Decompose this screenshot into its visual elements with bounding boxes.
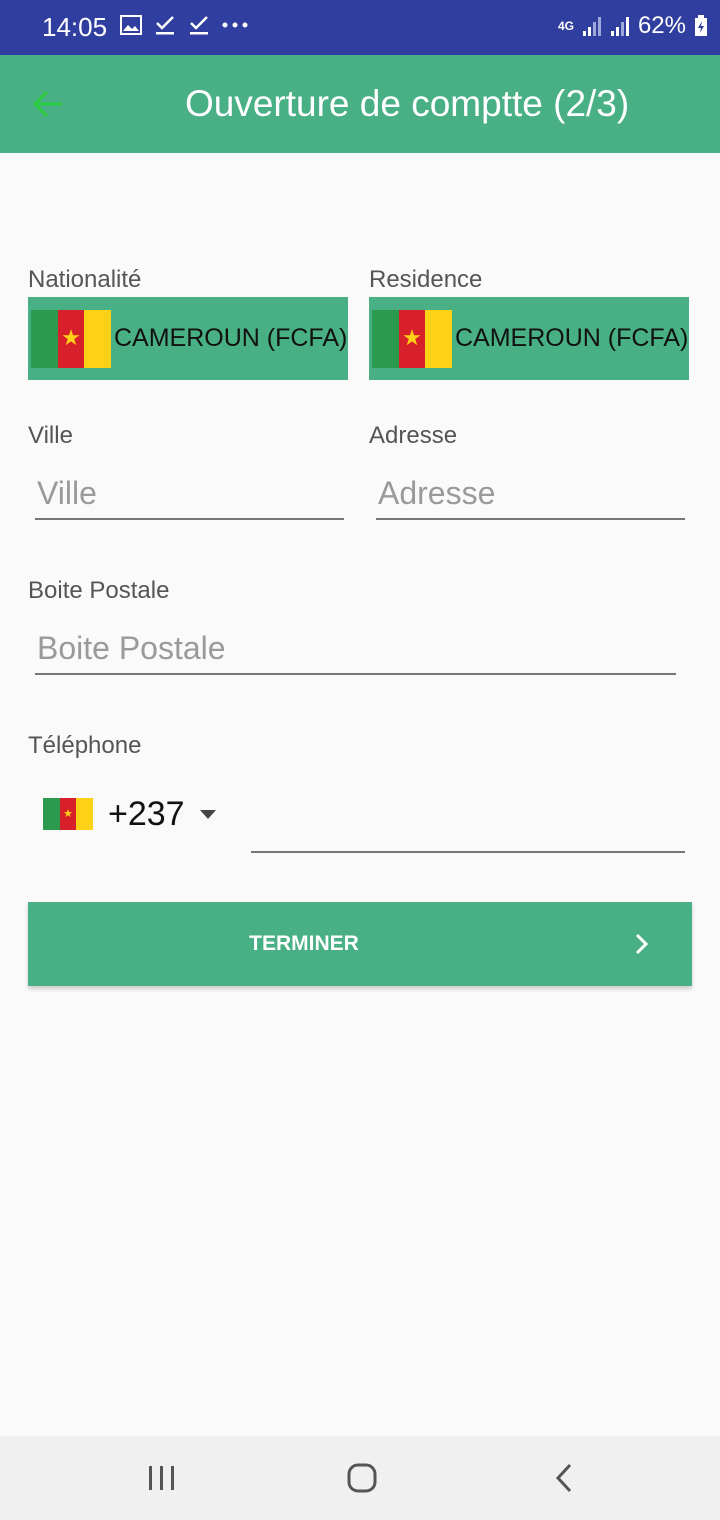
battery-percent: 62% (637, 12, 686, 39)
signal-icon (582, 17, 601, 36)
address-input[interactable] (376, 475, 685, 520)
check-icon (190, 16, 208, 35)
battery-icon (695, 15, 707, 36)
image-icon (120, 15, 142, 35)
cameroon-flag-icon: ★ (31, 309, 112, 368)
residence-value: CAMEROUN (FCFA) (455, 324, 689, 352)
nationality-value: CAMEROUN (FCFA) (114, 324, 348, 352)
signal-icon (610, 17, 629, 36)
nationality-selector[interactable]: ★ CAMEROUN (FCFA) (28, 297, 348, 380)
status-bar: 14:05 4G 62% (0, 0, 720, 55)
arrow-left-icon[interactable] (28, 83, 70, 125)
home-icon[interactable] (342, 1460, 382, 1496)
dropdown-caret-icon[interactable] (200, 810, 216, 819)
po-box-label: Boite Postale (28, 577, 170, 604)
recent-apps-icon[interactable] (142, 1460, 182, 1496)
status-time: 14:05 (42, 12, 108, 42)
phone-label: Téléphone (28, 732, 142, 759)
cameroon-flag-icon: ★ (372, 309, 453, 368)
notification-icons (120, 14, 248, 36)
address-label: Adresse (369, 422, 458, 449)
chevron-right-icon (635, 933, 649, 955)
cameroon-flag-icon[interactable]: ★ (43, 798, 94, 830)
residence-selector[interactable]: ★ CAMEROUN (FCFA) (369, 297, 689, 380)
system-navigation-bar (0, 1436, 720, 1520)
finish-button[interactable]: TERMINER (28, 902, 692, 986)
residence-label: Residence (369, 266, 483, 293)
city-input[interactable] (35, 475, 344, 520)
system-icons: 4G 62% (558, 12, 708, 40)
finish-button-label: TERMINER (249, 932, 359, 955)
nationality-label: Nationalité (28, 266, 142, 293)
network-type: 4G (557, 18, 574, 33)
country-code[interactable]: +237 (108, 795, 185, 834)
po-box-input[interactable] (35, 630, 676, 675)
back-nav-icon[interactable] (544, 1460, 584, 1496)
phone-input[interactable] (251, 808, 685, 853)
check-icon (156, 16, 174, 35)
city-label: Ville (28, 422, 73, 449)
more-icon (222, 22, 248, 28)
page-title: Ouverture de comptte (2/3) (185, 83, 630, 124)
app-bar: Ouverture de comptte (2/3) (0, 55, 720, 153)
